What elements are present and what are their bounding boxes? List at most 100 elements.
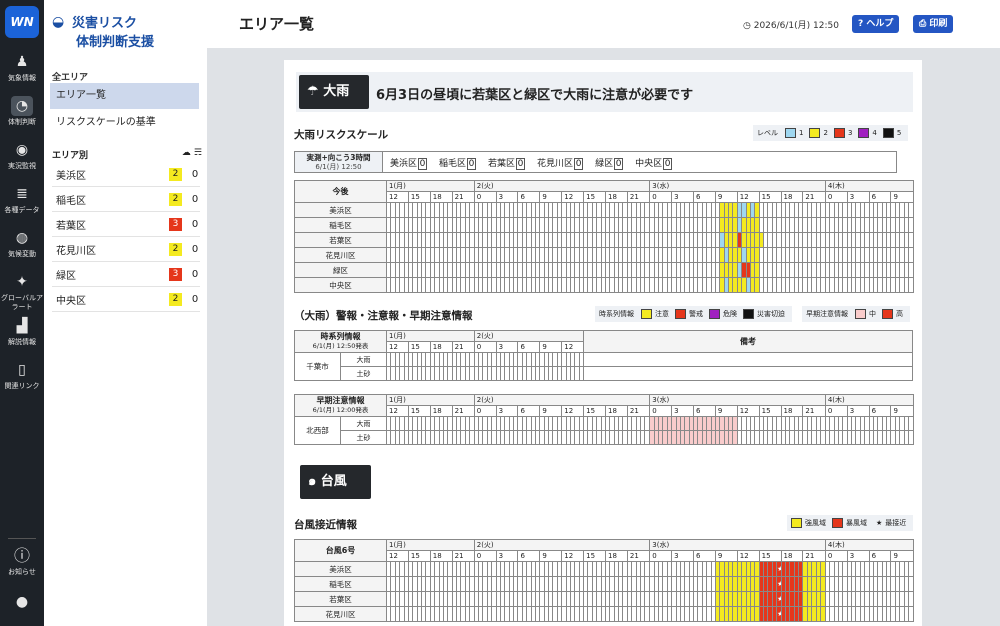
now-item: 美浜区 0 — [390, 156, 428, 170]
table-row: 緑区 — [294, 262, 914, 278]
hour-header: 12 — [561, 191, 585, 203]
hour-header: 3 — [495, 550, 519, 562]
legend-title: レベル — [757, 129, 778, 137]
early-cell — [907, 430, 914, 445]
grid-label: 今後 — [332, 187, 349, 196]
hour-header: 9 — [539, 405, 563, 417]
hour-header: 15 — [407, 191, 431, 203]
area-item[interactable]: 美浜区 2 0 — [52, 162, 200, 187]
table-row: 土砂 — [295, 366, 913, 381]
area-level-badge: 2 — [169, 167, 182, 181]
table-row: 千葉市 大雨 — [294, 352, 913, 381]
area-item[interactable]: 緑区 3 0 — [52, 262, 200, 287]
user-icon: ● — [15, 594, 29, 610]
row-label: 大雨 — [340, 416, 387, 431]
area-item[interactable]: 中央区 2 0 — [52, 287, 200, 312]
rail-item-3[interactable]: ≣ 各種データ — [0, 184, 44, 215]
typhoon-cell — [907, 591, 914, 607]
hour-header: 3 — [495, 341, 519, 353]
rail-item-7[interactable]: ▯ 関連リンク — [0, 360, 44, 391]
hour-header: 18 — [780, 191, 804, 203]
rail-item-label: 気候変動 — [8, 250, 36, 258]
rail-item-0[interactable]: ♟ 気象情報 — [0, 52, 44, 83]
rain-badge: ☂ 大雨 — [299, 75, 369, 109]
rail-item-label: お知らせ — [8, 568, 36, 576]
now-item: 若葉区 0 — [488, 156, 526, 170]
hour-header: 6 — [868, 405, 892, 417]
global-alert-icon: ✦ — [16, 274, 28, 290]
hour-header: 0 — [473, 405, 497, 417]
hour-header: 21 — [451, 550, 475, 562]
area-name: 中央区 — [56, 295, 86, 307]
day-header: 2(火) — [473, 539, 651, 551]
hour-header: 6 — [693, 191, 716, 203]
rail-item-notice[interactable]: ⓘ お知らせ — [0, 546, 44, 577]
table-row: 土砂 — [295, 430, 914, 445]
legend-label: 4 — [872, 129, 877, 137]
typhoon-cell — [907, 606, 914, 622]
hour-header: 3 — [495, 191, 519, 203]
table-row: 若葉区 ★ — [294, 591, 914, 607]
legend-swatch — [882, 128, 894, 138]
book-icon: ▯ — [18, 362, 26, 378]
legend-swatch — [855, 309, 866, 319]
hour-header: 18 — [604, 191, 628, 203]
day-header: 2(火) — [473, 330, 585, 342]
legend-swatch — [809, 128, 821, 138]
rail-item-1[interactable]: ◔ 体制判断 — [0, 96, 44, 127]
hour-header: 12 — [386, 191, 409, 203]
hour-header: 0 — [824, 191, 848, 203]
hour-header: 3 — [846, 405, 870, 417]
area-item[interactable]: 花見川区 2 0 — [52, 237, 200, 262]
hour-header: 6 — [517, 341, 541, 353]
area-count: 0 — [191, 293, 199, 305]
hour-header: 12 — [736, 550, 760, 562]
hour-header: 9 — [890, 191, 914, 203]
app-logo[interactable]: WN — [5, 6, 39, 38]
brand-title-line2: 体制判断支援 — [76, 35, 155, 50]
now-item: 緑区 0 — [595, 156, 624, 170]
now-item-name: 花見川区 — [537, 159, 574, 169]
table-row: 稲毛区 ★ — [294, 576, 914, 592]
rail-item-4[interactable]: ◍ 気候変動 — [0, 228, 44, 259]
hour-header: 18 — [604, 405, 628, 417]
nav-area-list[interactable]: エリア一覧 — [50, 83, 199, 109]
print-button[interactable]: ⎙ 印刷 — [913, 15, 954, 33]
current-datetime: ◷ 2026/6/1(月) 12:50 — [743, 18, 839, 31]
user-menu[interactable]: ● — [0, 592, 44, 614]
rain-scale-title: 大雨リスクスケール — [294, 129, 389, 141]
legend-swatch — [882, 309, 893, 319]
hour-header: 9 — [714, 191, 738, 203]
now-item-name: 緑区 — [595, 159, 614, 169]
row-label: 花見川区 — [294, 606, 387, 622]
hour-header: 12 — [386, 550, 409, 562]
day-header: 3(水) — [649, 539, 826, 551]
legend-label: 高 — [896, 310, 903, 318]
hour-header: 9 — [539, 341, 563, 353]
now-label-text: 実測+向こう3時間 — [306, 153, 371, 162]
main-content: ☂ 大雨 6月3日の昼頃に若葉区と緑区で大雨に注意が必要です 大雨リスクスケール… — [284, 60, 922, 626]
rail-item-2[interactable]: ◉ 実況監視 — [0, 140, 44, 171]
help-button[interactable]: ? ヘルプ — [852, 15, 900, 33]
rail-item-label: 各種データ — [4, 206, 40, 214]
nav-risk-scale[interactable]: リスクスケールの基準 — [50, 110, 199, 136]
hour-header: 18 — [780, 550, 804, 562]
table-row: 北西部 大雨 — [294, 416, 914, 445]
legend-label: 最接近 — [885, 519, 907, 527]
rail-item-6[interactable]: ▟ 解説情報 — [0, 316, 44, 347]
legend-label: 3 — [847, 129, 853, 137]
hour-header: 0 — [473, 191, 497, 203]
row-label: 土砂 — [340, 430, 387, 445]
area-item[interactable]: 稲毛区 2 0 — [52, 187, 200, 212]
area-level-badge: 3 — [169, 217, 182, 231]
area-item[interactable]: 若葉区 3 0 — [52, 212, 200, 237]
hour-header: 21 — [626, 191, 651, 203]
rail-item-5[interactable]: ✦ グローバルアラート — [0, 272, 44, 312]
area-count: 0 — [191, 218, 199, 230]
hour-header: 21 — [802, 191, 826, 203]
day-header: 4(木) — [824, 180, 914, 192]
legend-title: 早期注意情報 — [806, 310, 848, 318]
warning-title: （大雨）警報・注意報・早期注意情報 — [294, 310, 473, 322]
timeseries-legend: 時系列情報 注意 警戒 危険 災害切迫 — [595, 306, 792, 322]
hour-header: 0 — [824, 405, 848, 417]
